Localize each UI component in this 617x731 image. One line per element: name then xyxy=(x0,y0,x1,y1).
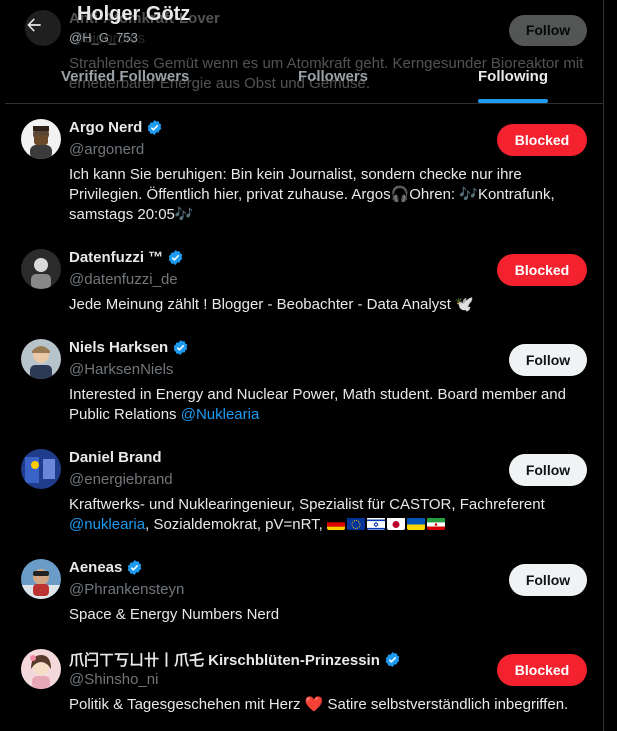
user-handle: @Shinsho_ni xyxy=(69,671,159,688)
user-handle: @HarksenNiels xyxy=(69,361,174,378)
blocked-button[interactable]: Blocked xyxy=(497,654,587,686)
user-name[interactable]: Daniel Brand xyxy=(69,449,162,466)
blocked-button[interactable]: Blocked xyxy=(497,124,587,156)
user-row[interactable]: 爪闩ㄒ丂ㄩ卄丨爪乇 Kirschblüten-Prinzessin @Shins… xyxy=(5,649,604,721)
page-title: Holger Götz xyxy=(77,3,191,25)
israel-flag xyxy=(367,517,386,530)
blocked-button[interactable]: Blocked xyxy=(497,254,587,286)
user-handle: @energiebrand xyxy=(69,471,173,488)
avatar[interactable] xyxy=(21,559,61,599)
user-bio: Politik & Tagesgeschehen mit Herz ❤️ Sat… xyxy=(69,696,569,713)
user-name[interactable]: Niels Harksen xyxy=(69,339,168,356)
germany-flag xyxy=(327,517,346,530)
active-tab-indicator xyxy=(478,99,548,103)
verified-badge-icon xyxy=(174,340,188,355)
column-divider xyxy=(603,0,604,731)
mention-link[interactable]: @Nuklearia xyxy=(181,406,260,423)
follow-button[interactable]: Follow xyxy=(509,15,587,46)
ukraine-flag xyxy=(407,517,426,530)
eu-flag xyxy=(347,517,366,530)
user-name[interactable]: Argo Nerd xyxy=(69,119,142,136)
page-subtitle: @H_G_753 xyxy=(69,30,138,45)
user-bio: Ich kann Sie beruhigen: Bin kein Journal… xyxy=(69,166,555,223)
tab-followers[interactable]: Followers xyxy=(298,68,368,102)
following-page: Anti-Atomkraft-Lover @bioorbios Strahlen… xyxy=(5,0,604,731)
user-row[interactable]: Datenfuzzi ™ @datenfuzzi_de Jede Meinung… xyxy=(5,249,604,329)
verified-badge-icon xyxy=(168,250,183,265)
user-handle: @Phrankensteyn xyxy=(69,581,185,598)
user-bio: Jede Meinung zählt ! Blogger - Beobachte… xyxy=(69,296,474,313)
follow-button[interactable]: Follow xyxy=(509,344,587,376)
user-handle: @datenfuzzi_de xyxy=(69,271,178,288)
user-row[interactable]: Daniel Brand @energiebrand Kraftwerks- u… xyxy=(5,449,604,541)
follow-button[interactable]: Follow xyxy=(509,454,587,486)
back-button[interactable] xyxy=(19,10,49,40)
tab-verified-followers[interactable]: Verified Followers xyxy=(61,68,189,102)
user-name[interactable]: Aeneas xyxy=(69,559,122,576)
avatar[interactable] xyxy=(21,649,61,689)
user-bio: Interested in Energy and Nuclear Power, … xyxy=(69,386,566,423)
iran-flag xyxy=(427,517,446,530)
user-handle: @argonerd xyxy=(69,141,145,158)
flag-list xyxy=(327,516,447,533)
user-bio: Kraftwerks- und Nuklearingenieur, Spezia… xyxy=(69,496,545,533)
avatar[interactable] xyxy=(21,119,61,159)
verified-badge-icon xyxy=(385,652,400,667)
user-name[interactable]: 爪闩ㄒ丂ㄩ卄丨爪乇 Kirschblüten-Prinzessin xyxy=(69,649,380,670)
mention-link[interactable]: @nuklearia xyxy=(69,516,145,533)
user-row[interactable]: Aeneas @Phrankensteyn Space & Energy Num… xyxy=(5,559,604,631)
arrow-left-icon xyxy=(27,18,41,32)
user-bio: Space & Energy Numbers Nerd xyxy=(69,606,280,623)
tab-following[interactable]: Following xyxy=(478,68,548,102)
verified-badge-icon xyxy=(148,120,162,135)
verified-badge-icon xyxy=(128,560,142,575)
japan-flag xyxy=(387,517,406,530)
user-name[interactable]: Datenfuzzi ™ xyxy=(69,249,163,266)
avatar[interactable] xyxy=(21,339,61,379)
page-header: Anti-Atomkraft-Lover @bioorbios Strahlen… xyxy=(5,0,604,104)
follow-button[interactable]: Follow xyxy=(509,564,587,596)
avatar[interactable] xyxy=(21,249,61,289)
user-row[interactable]: Argo Nerd @argonerd Ich kann Sie beruhig… xyxy=(5,119,604,241)
avatar[interactable] xyxy=(21,449,61,489)
user-row[interactable]: Niels Harksen @HarksenNiels Interested i… xyxy=(5,339,604,431)
